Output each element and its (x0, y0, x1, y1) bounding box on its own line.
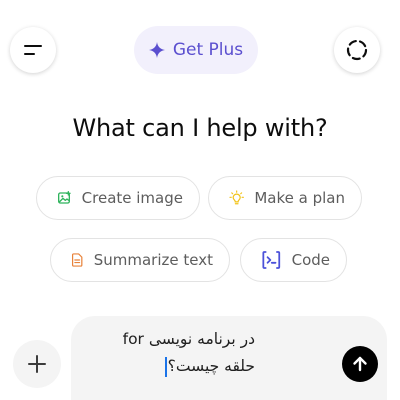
menu-icon (24, 45, 42, 55)
menu-button[interactable] (10, 27, 56, 73)
suggestion-create-image[interactable]: Create image (36, 176, 200, 220)
image-icon (57, 191, 71, 204)
add-attachment-button[interactable] (13, 340, 61, 388)
message-input[interactable]: در برنامه نویسی for حلقه چیست؟ (87, 326, 255, 380)
sparkle-icon (148, 42, 165, 58)
suggestion-summarize-text[interactable]: Summarize text (50, 238, 230, 282)
document-icon (71, 253, 83, 267)
suggestion-code[interactable]: Code (240, 238, 347, 282)
page-title: What can I help with? (72, 114, 328, 142)
arrow-up-icon (353, 356, 367, 372)
suggestion-label: Code (291, 251, 330, 269)
suggestion-label: Make a plan (254, 189, 345, 207)
plus-icon (28, 355, 46, 373)
message-composer[interactable]: در برنامه نویسی for حلقه چیست؟ (71, 316, 387, 400)
suggestion-label: Summarize text (93, 251, 213, 269)
get-plus-label: Get Plus (172, 40, 244, 60)
send-button[interactable] (342, 346, 378, 382)
text-caret (164, 356, 167, 377)
suggestion-label: Create image (81, 189, 183, 207)
dashed-circle-icon (346, 39, 368, 61)
lightbulb-icon (229, 190, 244, 205)
suggestion-make-a-plan[interactable]: Make a plan (208, 176, 362, 220)
message-input-text: در برنامه نویسی for حلقه چیست؟ (122, 330, 255, 375)
get-plus-button[interactable]: Get Plus (134, 26, 258, 74)
terminal-icon (262, 251, 281, 269)
temporary-chat-button[interactable] (334, 27, 380, 73)
